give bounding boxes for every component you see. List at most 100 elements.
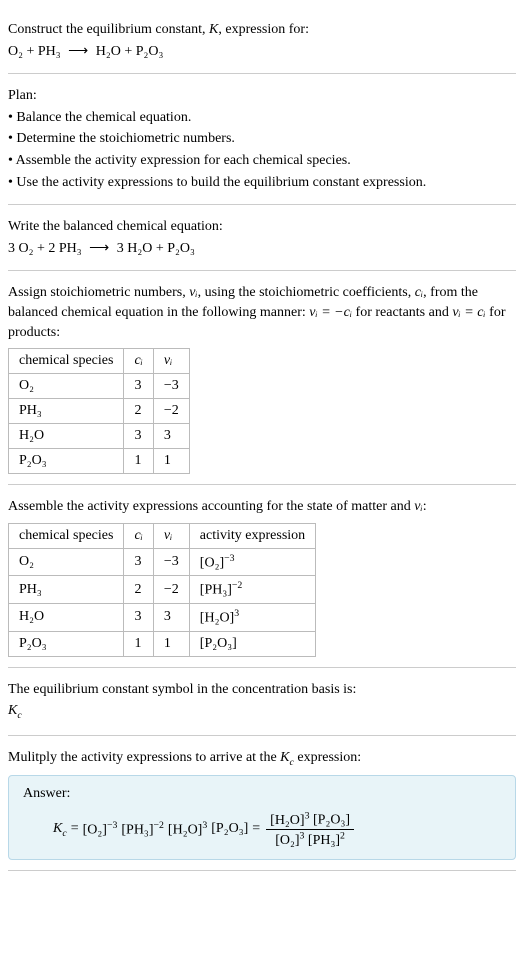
balanced-eq-lhs: 3 O₂ + 2 PH₃	[8, 241, 82, 256]
cell-species: P₂O₃	[9, 631, 124, 656]
activity-text: Assemble the activity expressions accoun…	[8, 497, 516, 517]
cell-expr: [O₂]−3	[189, 548, 315, 576]
stoich-text: Assign stoichiometric numbers, νᵢ, using…	[8, 283, 516, 342]
cell-nu: 1	[153, 631, 189, 656]
symbol-section: The equilibrium constant symbol in the c…	[8, 668, 516, 736]
kc-sub: c	[17, 710, 21, 721]
cell-expr: [H₂O]3	[189, 604, 315, 632]
cell-species: O₂	[9, 374, 124, 399]
cell-c: 3	[124, 424, 153, 449]
cell-nu: 3	[153, 424, 189, 449]
arrow-icon: ⟶	[89, 241, 109, 256]
activity-h2: cᵢ	[124, 523, 153, 548]
cell-expr: [P₂O₃]	[189, 631, 315, 656]
term3: [H₂O]3	[168, 820, 207, 839]
intro-text-c: , expression for:	[218, 22, 309, 37]
cell-c: 3	[124, 374, 153, 399]
cell-nu: −3	[153, 548, 189, 576]
balanced-equation: 3 O₂ + 2 PH₃ ⟶ 3 H₂O + P₂O₃	[8, 239, 516, 259]
intro-eq-lhs: O₂ + PH₃	[8, 44, 61, 59]
plan-heading: Plan:	[8, 86, 516, 106]
stoich-rel2: νᵢ = cᵢ	[452, 305, 485, 320]
cell-c: 1	[124, 631, 153, 656]
expr-exp: 3	[234, 608, 239, 619]
activity-h3: νᵢ	[153, 523, 189, 548]
stoich-rel1: νᵢ = −cᵢ	[309, 305, 352, 320]
table-row: P₂O₃ 1 1	[9, 449, 190, 474]
intro-eq-rhs: H₂O + P₂O₃	[96, 44, 164, 59]
plan-bullet-1: • Balance the chemical equation.	[8, 108, 516, 128]
stoich-table: chemical species cᵢ νᵢ O₂ 3 −3 PH₃ 2 −2 …	[8, 348, 190, 474]
intro-k: K	[209, 22, 218, 37]
cell-c: 2	[124, 576, 153, 604]
answer-kc: Kc	[53, 821, 67, 839]
cell-species: PH₃	[9, 576, 124, 604]
den-b: [PH₃]2	[308, 833, 345, 848]
stoich-h3: νᵢ	[153, 349, 189, 374]
cell-c: 3	[124, 548, 153, 576]
stoich-h1: chemical species	[9, 349, 124, 374]
balanced-eq-rhs: 3 H₂O + P₂O₃	[117, 241, 195, 256]
expr-base: [O₂]	[200, 555, 224, 570]
expr-exp: −2	[232, 580, 242, 591]
stoich-section: Assign stoichiometric numbers, νᵢ, using…	[8, 271, 516, 485]
multiply-text-b: expression:	[294, 750, 361, 765]
balanced-section: Write the balanced chemical equation: 3 …	[8, 205, 516, 271]
term2: [PH₃]−2	[121, 820, 164, 839]
eq-sign: =	[71, 821, 79, 837]
stoich-h2: cᵢ	[124, 349, 153, 374]
answer-label: Answer:	[23, 786, 501, 802]
cell-species: H₂O	[9, 424, 124, 449]
stoich-text-a: Assign stoichiometric numbers,	[8, 285, 189, 300]
table-row: PH₃ 2 −2	[9, 399, 190, 424]
table-row: PH₃ 2 −2 [PH₃]−2	[9, 576, 316, 604]
activity-section: Assemble the activity expressions accoun…	[8, 485, 516, 668]
plan-section: Plan: • Balance the chemical equation. •…	[8, 74, 516, 205]
plan-bullet-2: • Determine the stoichiometric numbers.	[8, 129, 516, 149]
cell-species: PH₃	[9, 399, 124, 424]
table-header-row: chemical species cᵢ νᵢ activity expressi…	[9, 523, 316, 548]
cell-nu: −2	[153, 576, 189, 604]
cell-species: H₂O	[9, 604, 124, 632]
stoich-text-d: for reactants and	[352, 305, 452, 320]
activity-h4: activity expression	[189, 523, 315, 548]
cell-species: P₂O₃	[9, 449, 124, 474]
cell-nu: 1	[153, 449, 189, 474]
num-b: [P₂O₃]	[313, 813, 350, 828]
balanced-heading: Write the balanced chemical equation:	[8, 217, 516, 237]
activity-nu: νᵢ	[414, 499, 422, 514]
intro-section: Construct the equilibrium constant, K, e…	[8, 8, 516, 74]
cell-nu: −3	[153, 374, 189, 399]
multiply-text: Mulitply the activity expressions to arr…	[8, 748, 516, 770]
eq-sign-2: =	[252, 821, 260, 837]
expr-base: [PH₃]	[200, 583, 232, 598]
cell-nu: −2	[153, 399, 189, 424]
arrow-icon: ⟶	[68, 44, 88, 59]
expr-base: [H₂O]	[200, 611, 234, 626]
table-row: H₂O 3 3	[9, 424, 190, 449]
plan-bullet-4: • Use the activity expressions to build …	[8, 173, 516, 193]
table-row: O₂ 3 −3 [O₂]−3	[9, 548, 316, 576]
intro-text-a: Construct the equilibrium constant,	[8, 22, 209, 37]
num-a: [H₂O]3	[270, 813, 309, 828]
answer-formula: Kc = [O₂]−3 [PH₃]−2 [H₂O]3 [P₂O₃] = [H₂O…	[23, 810, 501, 848]
table-row: P₂O₃ 1 1 [P₂O₃]	[9, 631, 316, 656]
fraction: [H₂O]3 [P₂O₃] [O₂]3 [PH₃]2	[266, 810, 354, 848]
stoich-text-b: , using the stoichiometric coefficients,	[198, 285, 415, 300]
cell-expr: [PH₃]−2	[189, 576, 315, 604]
activity-table: chemical species cᵢ νᵢ activity expressi…	[8, 523, 316, 657]
cell-c: 1	[124, 449, 153, 474]
cell-c: 3	[124, 604, 153, 632]
den-a: [O₂]3	[275, 833, 304, 848]
symbol-text: The equilibrium constant symbol in the c…	[8, 680, 516, 700]
cell-species: O₂	[9, 548, 124, 576]
term4: [P₂O₃]	[211, 821, 248, 837]
table-row: O₂ 3 −3	[9, 374, 190, 399]
activity-h1: chemical species	[9, 523, 124, 548]
kc-k: K	[8, 703, 17, 718]
activity-text-a: Assemble the activity expressions accoun…	[8, 499, 414, 514]
table-row: H₂O 3 3 [H₂O]3	[9, 604, 316, 632]
stoich-c: cᵢ	[415, 285, 423, 300]
expr-exp: −3	[224, 553, 234, 564]
stoich-nu: νᵢ	[189, 285, 197, 300]
